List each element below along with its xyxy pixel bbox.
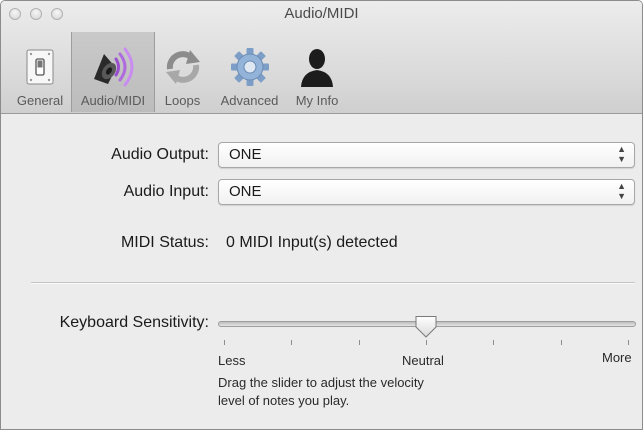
loops-icon (160, 45, 206, 89)
slider-hint: Drag the slider to adjust the velocity l… (218, 374, 518, 410)
tab-loops[interactable]: Loops (155, 32, 210, 112)
audio-output-value: ONE (229, 146, 262, 163)
sensitivity-slider-thumb[interactable] (414, 315, 438, 339)
popup-arrows-icon: ▲ ▼ (617, 144, 626, 164)
slider-mid-label: Neutral (402, 353, 444, 368)
slider-max-label: More (602, 350, 632, 365)
tab-audio-midi[interactable]: Audio/MIDI (71, 32, 155, 112)
slider-min-label: Less (218, 353, 246, 368)
tab-my-info-label: My Info (295, 93, 339, 108)
preferences-window: Audio/MIDI General Audio/MIDI Loops Adva… (0, 0, 643, 430)
gear-icon (227, 45, 273, 89)
tab-general[interactable]: General (9, 32, 71, 112)
tab-audio-midi-label: Audio/MIDI (80, 93, 146, 108)
audio-input-value: ONE (229, 183, 262, 200)
slider-tick (291, 340, 293, 345)
audio-input-select[interactable]: ONE ▲ ▼ (218, 179, 635, 205)
audio-midi-panel: Audio Output: ONE ▲ ▼ Audio Input: ONE ▲ ▼… (1, 114, 642, 429)
audio-output-select[interactable]: ONE ▲ ▼ (218, 142, 635, 168)
section-divider (31, 282, 635, 283)
slider-tick (358, 340, 360, 345)
speaker-icon (90, 45, 136, 89)
window-title: Audio/MIDI (284, 5, 359, 22)
slider-tick (628, 340, 629, 345)
midi-status-label: MIDI Status: (120, 234, 209, 251)
slider-tick (560, 340, 562, 345)
tab-advanced-label: Advanced (220, 93, 279, 108)
tab-advanced[interactable]: Advanced (210, 32, 289, 112)
preferences-toolbar: General Audio/MIDI Loops Advanced My Inf… (9, 32, 345, 112)
titlebar: Audio/MIDI General Audio/MIDI Loops Adva… (1, 1, 642, 114)
audio-input-label: Audio Input: (123, 183, 209, 200)
midi-status-value: 0 MIDI Input(s) detected (226, 234, 398, 251)
switch-icon (17, 45, 63, 89)
slider-tick (426, 340, 427, 345)
popup-arrows-icon: ▲ ▼ (617, 181, 626, 201)
audio-output-label: Audio Output: (111, 146, 209, 163)
slider-hint-line: level of notes you play. (218, 393, 350, 408)
person-icon (294, 45, 340, 89)
keyboard-sensitivity-label: Keyboard Sensitivity: (59, 314, 209, 331)
slider-hint-line: Drag the slider to adjust the velocity (218, 375, 424, 390)
tab-loops-label: Loops (164, 93, 201, 108)
tab-general-label: General (16, 93, 64, 108)
slider-tick (493, 340, 495, 345)
slider-tick (224, 340, 225, 345)
tab-my-info[interactable]: My Info (289, 32, 345, 112)
